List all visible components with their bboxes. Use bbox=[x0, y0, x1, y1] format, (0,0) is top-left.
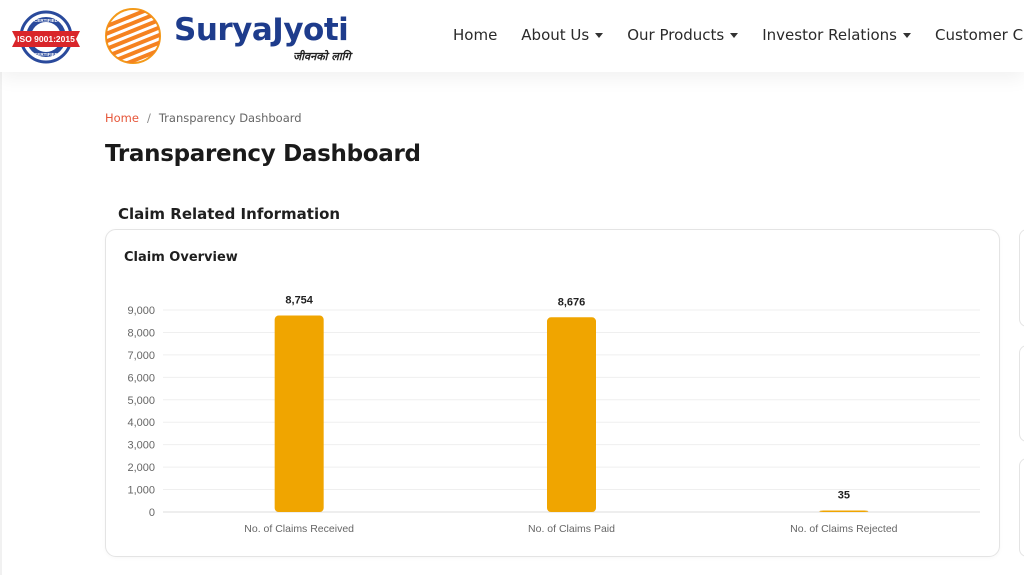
caret-down-icon bbox=[902, 32, 911, 38]
nav-our-products[interactable]: Our Products bbox=[627, 24, 739, 46]
main-nav: Home About Us Our Products Investor Rela… bbox=[453, 24, 1024, 46]
nav-home-label: Home bbox=[453, 26, 498, 44]
iso-certified-badge-icon: ISO 9001:2015 CERTIFIED CERTIFIED bbox=[12, 10, 80, 64]
nav-home[interactable]: Home bbox=[453, 24, 497, 46]
iso-bottom-text: CERTIFIED bbox=[34, 52, 59, 57]
bar-value-label: 8,754 bbox=[285, 295, 313, 307]
bar-1[interactable] bbox=[547, 317, 596, 512]
bar-0[interactable] bbox=[274, 315, 324, 512]
iso-main-text: ISO 9001:2015 bbox=[17, 34, 75, 44]
nav-investor-relations[interactable]: Investor Relations bbox=[762, 24, 911, 46]
brand-tagline: जीवनको लागि bbox=[293, 50, 351, 63]
claim-overview-chart: 0 1,000 2,000 3,000 4,000 5,000 6,000 7,000 8,00… bbox=[127, 295, 980, 535]
side-card bbox=[1019, 458, 1024, 557]
side-card bbox=[1019, 345, 1024, 442]
breadcrumb-current: Transparency Dashboard bbox=[158, 111, 302, 125]
y-tick-label: 0 bbox=[149, 507, 155, 519]
brand-name[interactable]: SuryaJyoti bbox=[174, 12, 349, 48]
page-title: Transparency Dashboard bbox=[105, 141, 421, 167]
suryajyoti-sun-logo-icon[interactable] bbox=[104, 7, 162, 65]
chart-title: Claim Overview bbox=[124, 250, 238, 265]
nav-customer-care[interactable]: Customer Care bbox=[935, 24, 1024, 46]
bar-2[interactable] bbox=[819, 510, 869, 513]
caret-down-icon bbox=[730, 32, 739, 38]
x-category-label: No. of Claims Paid bbox=[528, 523, 615, 535]
nav-customer-care-label: Customer Care bbox=[934, 26, 1024, 44]
y-tick-label: 7,000 bbox=[127, 350, 155, 362]
iso-top-text: CERTIFIED bbox=[34, 18, 59, 23]
breadcrumb-home-link[interactable]: Home bbox=[105, 111, 139, 125]
y-tick-label: 1,000 bbox=[127, 485, 155, 497]
y-tick-label: 9,000 bbox=[127, 305, 155, 317]
nav-our-products-label: Our Products bbox=[627, 26, 725, 44]
site-header: ISO 9001:2015 CERTIFIED CERTIFIED SuryaJ… bbox=[0, 0, 1024, 72]
y-tick-label: 4,000 bbox=[127, 417, 155, 429]
y-tick-label: 6,000 bbox=[127, 372, 155, 384]
x-category-label: No. of Claims Received bbox=[244, 523, 354, 535]
caret-down-icon bbox=[595, 32, 604, 38]
y-tick-label: 5,000 bbox=[127, 395, 155, 407]
page-left-edge bbox=[0, 72, 2, 575]
y-tick-label: 3,000 bbox=[127, 440, 155, 452]
nav-investor-relations-label: Investor Relations bbox=[762, 26, 897, 44]
nav-about-us[interactable]: About Us bbox=[521, 24, 604, 46]
breadcrumb: Home / Transparency Dashboard bbox=[105, 111, 302, 125]
bar-value-label: 8,676 bbox=[558, 296, 586, 308]
breadcrumb-separator: / bbox=[146, 111, 151, 125]
nav-about-us-label: About Us bbox=[521, 26, 590, 44]
bar-value-label: 35 bbox=[838, 490, 850, 502]
side-card bbox=[1019, 229, 1024, 327]
section-title: Claim Related Information bbox=[118, 205, 341, 223]
y-tick-label: 2,000 bbox=[127, 462, 155, 474]
x-category-label: No. of Claims Rejected bbox=[790, 523, 898, 535]
y-tick-label: 8,000 bbox=[127, 327, 155, 339]
